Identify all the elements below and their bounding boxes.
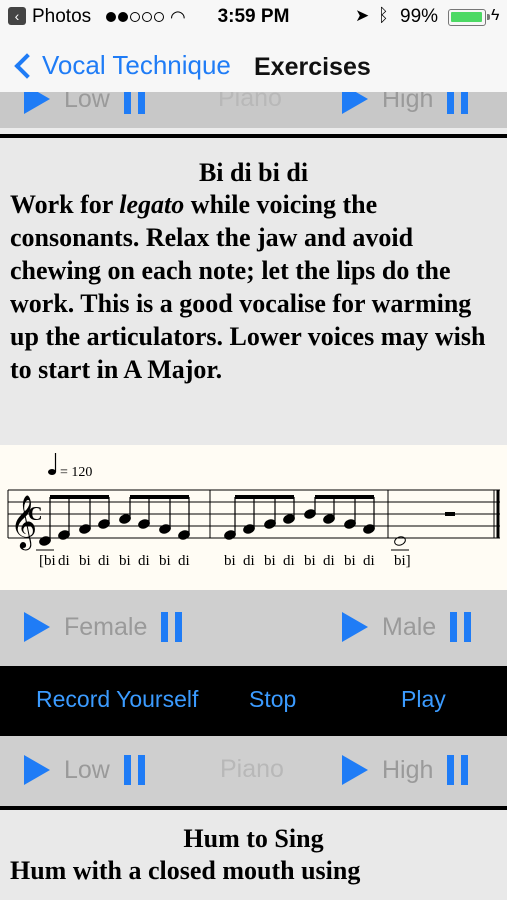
lyric-syllable: di — [178, 553, 190, 569]
low-control: Low — [24, 92, 145, 114]
status-bar: ‹ Photos ◠ 3:59 PM ➤ ᛒ 99% ϟ — [0, 0, 507, 36]
play-male-icon[interactable] — [342, 612, 368, 642]
sheet-music-svg: = 120 𝄞 C [bi di bi di bi di bi di bi di bi di bi di b… — [7, 453, 500, 569]
play-high-icon[interactable] — [342, 92, 368, 114]
lyric-syllable: bi — [344, 553, 356, 569]
lyric-syllable: bi — [159, 553, 171, 569]
stop-button[interactable]: Stop — [249, 686, 296, 713]
male-label: Male — [382, 612, 437, 641]
low-control: Low — [24, 755, 145, 785]
pause-low-icon[interactable] — [123, 755, 145, 785]
time-signature: C — [28, 503, 42, 525]
exercise-title: Bi di bi di — [198, 158, 309, 187]
lyric-syllable: di — [243, 553, 255, 569]
chevron-left-icon — [14, 52, 40, 79]
recording-bar: Record Yourself Stop Play — [0, 666, 507, 736]
lyric-syllable: di — [323, 553, 335, 569]
lyrics-group: [bi di bi di bi di bi di bi di bi di bi di bi di bi] — [39, 553, 411, 569]
half-rest-icon — [445, 512, 455, 516]
pause-male-icon[interactable] — [450, 612, 472, 642]
lyric-syllable: bi] — [394, 553, 411, 569]
record-yourself-button[interactable]: Record Yourself — [36, 686, 198, 713]
battery-icon — [448, 9, 490, 26]
page-title: Exercises — [254, 53, 371, 81]
lyric-syllable: bi — [79, 553, 91, 569]
battery-level-fill — [451, 12, 482, 22]
sheet-music-image: = 120 𝄞 C [bi di bi di bi di bi di bi di bi di bi di b… — [0, 445, 507, 590]
pause-high-icon[interactable] — [447, 92, 469, 114]
low-label: Low — [64, 92, 110, 113]
low-label: Low — [64, 755, 110, 784]
lyric-syllable: di — [58, 553, 70, 569]
exercise-description: Work for legato while voicing the conson… — [10, 190, 486, 384]
lyric-syllable: di — [138, 553, 150, 569]
lyric-syllable: bi — [224, 553, 236, 569]
location-icon: ➤ — [355, 6, 370, 25]
lyric-syllable: bi — [119, 553, 131, 569]
piano-label: Piano — [218, 92, 282, 112]
high-label: High — [382, 755, 434, 784]
lyric-syllable: di — [363, 553, 375, 569]
high-control: High — [342, 92, 469, 114]
exercise-description: Hum with a closed mouth using — [10, 856, 361, 885]
play-female-icon[interactable] — [24, 612, 50, 642]
lyric-syllable: [bi — [39, 553, 56, 569]
pause-female-icon[interactable] — [161, 612, 183, 642]
lyric-syllable: di — [283, 553, 295, 569]
high-control: High — [342, 755, 469, 785]
lyric-syllable: di — [98, 553, 110, 569]
exercise-title: Hum to Sing — [183, 824, 324, 853]
play-low-icon[interactable] — [24, 755, 50, 785]
male-control: Male — [342, 612, 472, 642]
voice-controls: Female Male — [0, 590, 507, 666]
range-controls: Low Piano High — [0, 736, 507, 806]
tempo-marking: = 120 — [60, 465, 92, 480]
exercise-card: Hum to Sing Hum with a closed mouth usin… — [0, 810, 507, 900]
piano-label: Piano — [220, 755, 284, 783]
female-control: Female — [24, 612, 183, 642]
bluetooth-icon: ᛒ — [378, 5, 389, 25]
previous-exercise-controls: Low Piano High — [0, 92, 507, 128]
lyric-syllable: bi — [304, 553, 316, 569]
high-label: High — [382, 92, 434, 113]
note-head — [394, 536, 406, 546]
tempo-note-icon — [48, 469, 56, 475]
exercise-card: Bi di bi di Work for legato while voicin… — [0, 138, 507, 445]
lyric-syllable: bi — [264, 553, 276, 569]
female-label: Female — [64, 612, 148, 641]
charging-icon: ϟ — [491, 7, 500, 24]
back-button-label: Vocal Technique — [42, 50, 231, 80]
pause-low-icon[interactable] — [123, 92, 145, 114]
play-high-icon[interactable] — [342, 755, 368, 785]
battery-percentage: 99% — [400, 6, 439, 27]
back-button[interactable]: Vocal Technique — [12, 50, 231, 81]
play-low-icon[interactable] — [24, 92, 50, 114]
play-recording-button[interactable]: Play — [401, 686, 446, 713]
notes-group — [36, 495, 409, 551]
pause-high-icon[interactable] — [447, 755, 469, 785]
